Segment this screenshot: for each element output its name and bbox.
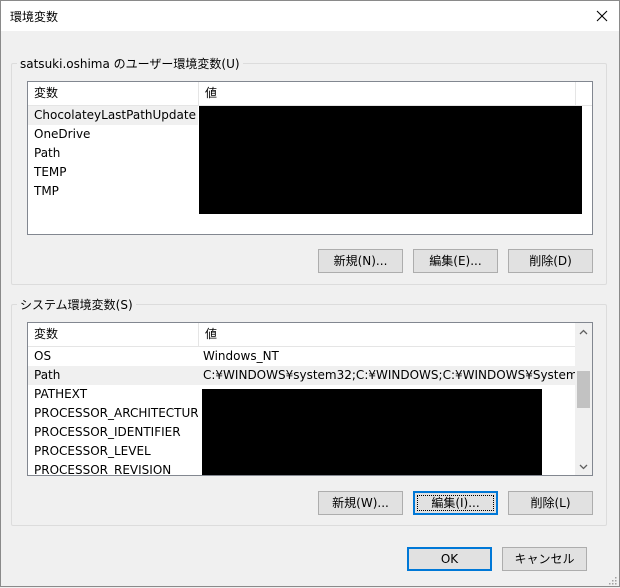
user-variables-list[interactable]: 変数 値 ChocolateyLastPathUpdate OneDrive P… <box>27 81 593 235</box>
list-item[interactable]: TMP <box>28 182 198 201</box>
system-variables-legend: システム環境変数(S) <box>17 296 136 313</box>
variable-name: TMP <box>34 184 59 198</box>
user-edit-button[interactable]: 編集(E)... <box>413 249 498 273</box>
variable-name: OneDrive <box>34 127 91 141</box>
variable-name: PROCESSOR_IDENTIFIER <box>34 425 181 439</box>
variable-name: TEMP <box>34 165 67 179</box>
scroll-down-button[interactable] <box>575 458 592 475</box>
title-bar: 環境変数 <box>1 1 619 31</box>
column-header-variable[interactable]: 変数 <box>28 82 198 105</box>
redacted-values <box>199 106 582 214</box>
variable-name: OS <box>34 349 52 363</box>
user-new-button[interactable]: 新規(N)... <box>318 249 403 273</box>
system-delete-button[interactable]: 削除(L) <box>508 491 593 515</box>
scroll-thumb[interactable] <box>577 371 590 408</box>
column-header-value[interactable]: 値 <box>199 82 575 105</box>
variable-name: ChocolateyLastPathUpdate <box>34 108 196 122</box>
variable-name: PROCESSOR_REVISION <box>34 463 172 476</box>
column-header-variable[interactable]: 変数 <box>28 323 198 346</box>
ok-button[interactable]: OK <box>407 547 492 571</box>
resize-grip-icon <box>609 577 617 585</box>
cancel-button[interactable]: キャンセル <box>502 547 587 571</box>
vertical-scrollbar[interactable] <box>575 323 592 475</box>
close-icon <box>596 10 608 22</box>
system-variables-list[interactable]: 変数 値 OS Windows_NT Path C:¥WINDOWS¥syste… <box>27 322 593 476</box>
list-item[interactable]: Path <box>28 144 198 163</box>
list-item[interactable]: Path C:¥WINDOWS¥system32;C:¥WINDOWS;C:¥W… <box>28 366 575 385</box>
list-item[interactable]: OneDrive <box>28 125 198 144</box>
variable-name: Path <box>34 368 61 382</box>
variable-name: PROCESSOR_ARCHITECTURE <box>34 406 198 420</box>
redacted-values <box>202 389 542 475</box>
list-item[interactable]: ChocolateyLastPathUpdate <box>28 106 198 125</box>
list-item[interactable]: TEMP <box>28 163 198 182</box>
user-list-header: 変数 値 <box>28 82 592 106</box>
system-edit-button[interactable]: 編集(I)... <box>413 491 498 515</box>
variable-name: Path <box>34 146 61 160</box>
window-title: 環境変数 <box>10 10 59 24</box>
variable-value: C:¥WINDOWS¥system32;C:¥WINDOWS;C:¥WINDOW… <box>203 368 575 382</box>
chevron-up-icon <box>579 329 588 334</box>
environment-variables-dialog: 環境変数 satsuki.oshima のユーザー環境変数(U) 変数 値 Ch… <box>0 0 620 587</box>
variable-name: PATHEXT <box>34 387 88 401</box>
variable-name: PROCESSOR_LEVEL <box>34 444 151 458</box>
variable-value: Windows_NT <box>203 349 279 363</box>
user-delete-button[interactable]: 削除(D) <box>508 249 593 273</box>
resize-grip[interactable] <box>607 574 617 585</box>
close-button[interactable] <box>589 3 615 29</box>
list-item[interactable]: OS Windows_NT <box>28 347 575 366</box>
chevron-down-icon <box>579 464 588 469</box>
system-new-button[interactable]: 新規(W)... <box>318 491 403 515</box>
system-list-header: 変数 値 <box>28 323 575 347</box>
column-header-value[interactable]: 値 <box>199 323 575 346</box>
user-variables-legend: satsuki.oshima のユーザー環境変数(U) <box>17 55 243 72</box>
column-separator <box>575 82 576 105</box>
scroll-up-button[interactable] <box>575 323 592 340</box>
